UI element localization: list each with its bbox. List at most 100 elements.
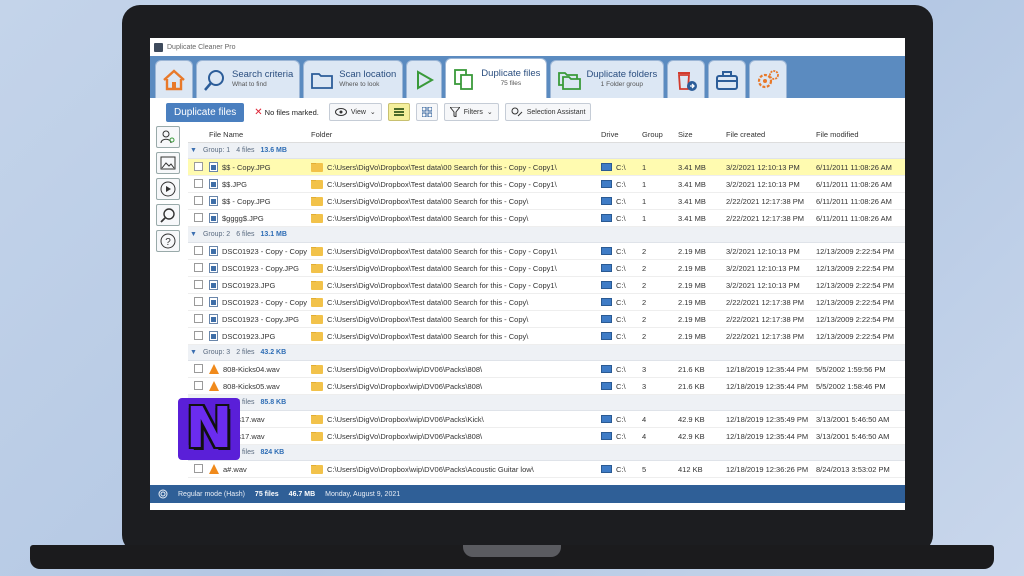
cell-file-created: 2/22/2021 12:17:38 PM	[726, 314, 804, 324]
table-row[interactable]: $gggg$.JPG C:\Users\DigVo\Dropbox\Test da…	[188, 210, 905, 227]
selection-assistant-button[interactable]: Selection Assistant	[504, 103, 592, 121]
row-checkbox-cell	[188, 296, 206, 308]
row-checkbox[interactable]	[194, 296, 203, 306]
search-button[interactable]	[156, 204, 180, 226]
group-header-row[interactable]: ▼Group: 52 files824 KB	[188, 445, 905, 461]
list-view-button[interactable]	[387, 103, 410, 121]
table-row[interactable]: DSC01923 - Copy - Copy C:\Users\DigVo\Dro…	[188, 243, 905, 260]
table-row[interactable]: $$ - Copy.JPG C:\Users\DigVo\Dropbox\Test…	[188, 159, 905, 176]
header-folder[interactable]: Folder	[308, 130, 598, 139]
file-name-text: DSC01923 - Copy - Copy	[222, 297, 308, 307]
table-row[interactable]: a#.wavC:\Users\DigVo\Dropbox\wip\DV06\Pa…	[188, 461, 905, 478]
filters-dropdown[interactable]: Filters ⌄	[443, 103, 499, 121]
header-file-modified[interactable]: File modified	[813, 130, 905, 139]
row-checkbox-cell	[188, 262, 206, 274]
row-checkbox[interactable]	[194, 363, 203, 373]
row-checkbox[interactable]	[194, 480, 203, 481]
cell-drive: C:\	[598, 180, 639, 189]
file-name-wrap: $$ - Copy.JPG	[209, 162, 308, 172]
group-header-row[interactable]: ▼ Group: 3 2 files 43.2 KB	[188, 345, 905, 361]
row-checkbox[interactable]	[194, 195, 203, 205]
folder-path-text: C:\Users\DigVo\Dropbox\wip\DV06\Packs\Ki…	[327, 414, 484, 424]
table-row[interactable]: Kicks17.wav C:\Users\DigVo\Dropbox\wip\DV…	[188, 428, 905, 445]
collapse-arrow-icon[interactable]: ▼	[190, 349, 197, 356]
tab-duplicate-folders[interactable]: Duplicate folders 1 Folder group	[550, 60, 665, 98]
group-header-row[interactable]: ▼ Group: 1 4 files 13.6 MB	[188, 143, 905, 159]
row-checkbox-cell	[188, 212, 206, 224]
folder-path-text: C:\Users\DigVo\Dropbox\wip\DV06\Packs\80…	[327, 381, 483, 391]
table-row[interactable]: $$ - Copy.JPG C:\Users\DigVo\Dropbox\Test…	[188, 193, 905, 210]
folder-path-text: C:\Users\DigVo\Dropbox\Test data\00 Sear…	[327, 246, 557, 256]
image-preview-button[interactable]	[156, 152, 180, 174]
cell-file-modified: 6/11/2011 11:08:26 AM	[816, 196, 892, 206]
folder-path-text: C:\Users\DigVo\Dropbox\wip\DV06\Packs\80…	[327, 364, 483, 374]
table-row[interactable]: DSC01923 - Copy - Copy C:\Users\DigVo\Dro…	[188, 294, 905, 311]
trash-icon	[678, 71, 698, 91]
row-checkbox[interactable]	[194, 380, 203, 390]
help-button[interactable]: ?	[156, 230, 180, 252]
cell-file-name: DSC01923.JPG	[206, 331, 308, 341]
group-header-row[interactable]: ▼ Group: 2 6 files 13.1 MB	[188, 227, 905, 243]
duplicate-files-button[interactable]: Duplicate files	[166, 102, 245, 122]
group-header-row[interactable]: ▼Group: 42 files85.8 KB	[188, 395, 905, 411]
image-file-icon	[209, 297, 218, 307]
view-dropdown[interactable]: View ⌄	[328, 103, 382, 121]
tab-toolbox[interactable]	[708, 60, 747, 98]
row-checkbox[interactable]	[194, 245, 203, 255]
folder-icon	[311, 414, 323, 424]
table-row[interactable]: 808-Kicks05.wav C:\Users\DigVo\Dropbox\wi…	[188, 378, 905, 395]
grid-view-button[interactable]	[415, 103, 438, 121]
cell-file-created: 2/22/2021 12:17:38 PM	[726, 213, 804, 223]
table-row[interactable]: 808-Kicks04.wav C:\Users\DigVo\Dropbox\wi…	[188, 361, 905, 378]
table-row[interactable]: DSC01923.JPG C:\Users\DigVo\Dropbox\Test …	[188, 277, 905, 294]
tab-duplicate-folders-sub: 1 Folder group	[600, 81, 643, 89]
cell-file-modified: 12/13/2009 2:22:54 PM	[816, 314, 894, 324]
row-checkbox[interactable]	[194, 161, 203, 171]
table-row[interactable]: DSC01923 - Copy.JPG C:\Users\DigVo\Dropbo…	[188, 311, 905, 328]
header-size[interactable]: Size	[675, 130, 723, 139]
play-preview-button[interactable]	[156, 178, 180, 200]
row-checkbox[interactable]	[194, 313, 203, 323]
row-checkbox[interactable]	[194, 212, 203, 222]
collapse-arrow-icon[interactable]: ▼	[190, 231, 197, 238]
folder-path-text: C:\Users\DigVo\Dropbox\Test data\00 Sear…	[327, 297, 529, 307]
tab-duplicate-files[interactable]: Duplicate files 75 files	[445, 58, 548, 98]
cell-file-name: DSC01923 - Copy - Copy	[206, 297, 308, 307]
collapse-arrow-icon[interactable]: ▼	[190, 147, 197, 154]
header-file-created[interactable]: File created	[723, 130, 813, 139]
tab-scan-location[interactable]: Scan location Where to look	[303, 60, 404, 98]
cell-folder: C:\Users\DigVo\Dropbox\Test data\00 Sear…	[308, 314, 598, 324]
image-file-icon	[209, 196, 218, 206]
folder-wrap: C:\Users\DigVo\Dropbox\wip\DV06\Packs\Ac…	[311, 464, 598, 474]
file-name-text: DSC01923 - Copy.JPG	[222, 263, 299, 273]
tab-home[interactable]	[155, 60, 193, 98]
row-checkbox[interactable]	[194, 279, 203, 289]
user-search-button[interactable]	[156, 126, 180, 148]
header-drive[interactable]: Drive	[598, 130, 639, 139]
header-group[interactable]: Group	[639, 130, 675, 139]
tab-settings[interactable]	[749, 60, 788, 98]
table-row[interactable]: $$.JPG C:\Users\DigVo\Dropbox\Test data\0…	[188, 176, 905, 193]
cell-folder: C:\Users\DigVo\Dropbox\Test data\00 Sear…	[308, 263, 598, 273]
tab-search-criteria[interactable]: Search criteria What to find	[196, 60, 301, 98]
drive-text: C:\	[616, 314, 626, 324]
cell-group: 3	[642, 364, 647, 374]
table-row[interactable]: DSC01923 - Copy.JPG C:\Users\DigVo\Dropbo…	[188, 260, 905, 277]
cell-drive: C:\	[598, 365, 639, 374]
file-name-wrap: DSC01923 - Copy - Copy	[209, 246, 308, 256]
tab-start-scan[interactable]	[406, 60, 443, 98]
table-row[interactable]: a#.wavC:\Users\DigVo\Dropbox\wip\DV06\Pa…	[188, 478, 905, 481]
row-checkbox-cell	[188, 161, 206, 173]
row-checkbox[interactable]	[194, 178, 203, 188]
row-checkbox[interactable]	[194, 330, 203, 340]
table-row[interactable]: Kicks17.wav C:\Users\DigVo\Dropbox\wip\DV…	[188, 411, 905, 428]
toolbox-icon	[716, 70, 739, 90]
cell-file-name: DSC01923 - Copy - Copy	[206, 246, 308, 256]
row-checkbox[interactable]	[194, 262, 203, 272]
tab-file-removal[interactable]	[667, 60, 706, 98]
cell-folder: C:\Users\DigVo\Dropbox\Test data\00 Sear…	[308, 280, 598, 290]
table-row[interactable]: DSC01923.JPG C:\Users\DigVo\Dropbox\Test …	[188, 328, 905, 345]
title-bar: Duplicate Cleaner Pro	[150, 38, 905, 56]
row-checkbox[interactable]	[194, 463, 203, 473]
header-file-name[interactable]: File Name	[206, 130, 308, 139]
